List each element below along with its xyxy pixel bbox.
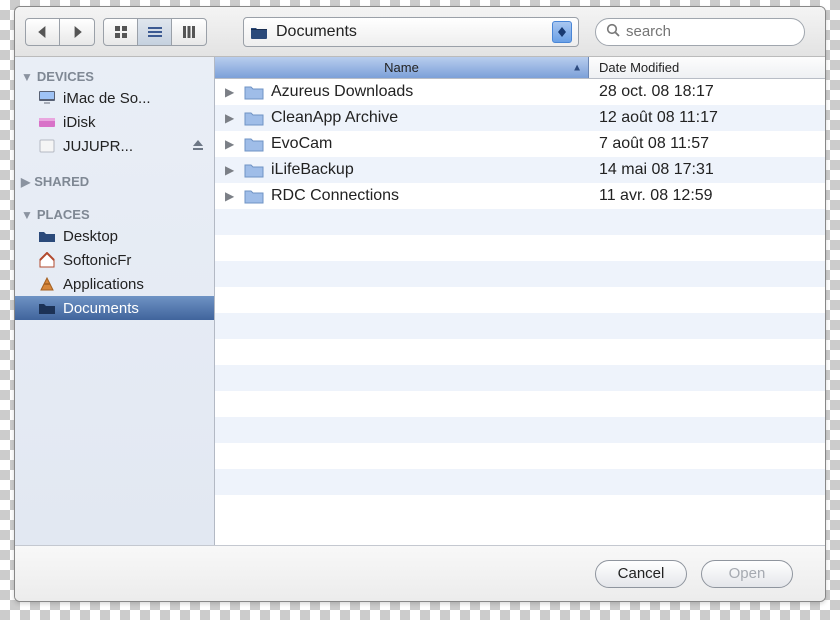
sidebar-group-label: DEVICES bbox=[37, 69, 94, 84]
sidebar-item-label: Desktop bbox=[63, 228, 208, 245]
view-mode-segmented bbox=[103, 18, 207, 46]
empty-row bbox=[215, 469, 825, 495]
column-header-date[interactable]: Date Modified bbox=[589, 57, 825, 78]
disclosure-triangle-icon: ▼ bbox=[21, 70, 33, 84]
empty-row bbox=[215, 261, 825, 287]
disclosure-triangle-icon[interactable]: ▶ bbox=[225, 137, 237, 151]
column-header-name[interactable]: Name ▲ bbox=[215, 57, 589, 78]
file-date: 7 août 08 11:57 bbox=[589, 135, 825, 153]
open-button[interactable]: Open bbox=[701, 560, 793, 588]
sidebar-item-label: JUJUPR... bbox=[63, 138, 186, 155]
sidebar-item-label: iMac de So... bbox=[63, 90, 208, 107]
file-date: 28 oct. 08 18:17 bbox=[589, 83, 825, 101]
column-headers: Name ▲ Date Modified bbox=[215, 57, 825, 79]
file-date: 12 août 08 11:17 bbox=[589, 109, 825, 127]
column-header-label: Date Modified bbox=[599, 60, 679, 75]
sidebar-item-imac[interactable]: iMac de So... bbox=[15, 86, 214, 110]
sidebar-item-desktop[interactable]: Desktop bbox=[15, 224, 214, 248]
disclosure-triangle-icon[interactable]: ▶ bbox=[225, 163, 237, 177]
empty-row bbox=[215, 339, 825, 365]
disclosure-triangle-icon[interactable]: ▶ bbox=[225, 111, 237, 125]
file-name: RDC Connections bbox=[271, 187, 399, 205]
sidebar-item-label: Applications bbox=[63, 276, 208, 293]
sidebar-group-header-shared[interactable]: ▶ SHARED bbox=[15, 168, 214, 191]
toolbar: Documents bbox=[15, 7, 825, 57]
disclosure-triangle-icon[interactable]: ▶ bbox=[225, 189, 237, 203]
sidebar-item-idisk[interactable]: iDisk bbox=[15, 110, 214, 134]
disclosure-triangle-icon[interactable]: ▶ bbox=[225, 85, 237, 99]
dialog-footer: Cancel Open bbox=[15, 545, 825, 601]
column-header-label: Name bbox=[384, 60, 419, 75]
folder-icon bbox=[243, 187, 265, 205]
cancel-button[interactable]: Cancel bbox=[595, 560, 687, 588]
table-row[interactable]: ▶ iLifeBackup 14 mai 08 17:31 bbox=[215, 157, 825, 183]
empty-row bbox=[215, 443, 825, 469]
disclosure-triangle-icon: ▼ bbox=[21, 208, 33, 222]
table-row[interactable]: ▶ RDC Connections 11 avr. 08 12:59 bbox=[215, 183, 825, 209]
location-label: Documents bbox=[276, 23, 552, 41]
sidebar-item-label: SoftonicFr bbox=[63, 252, 208, 269]
main-area: ▼ DEVICES iMac de So... bbox=[15, 57, 825, 545]
view-columns-button[interactable] bbox=[172, 19, 206, 45]
eject-icon[interactable] bbox=[192, 138, 208, 154]
empty-row bbox=[215, 365, 825, 391]
rows-container: ▶ Azureus Downloads 28 oct. 08 18:17 ▶ bbox=[215, 79, 825, 545]
table-row[interactable]: ▶ CleanApp Archive 12 août 08 11:17 bbox=[215, 105, 825, 131]
nav-forward-button[interactable] bbox=[60, 19, 94, 45]
idisk-icon bbox=[37, 113, 57, 131]
file-list: Name ▲ Date Modified ▶ Azureus Downloads bbox=[215, 57, 825, 545]
home-icon bbox=[37, 251, 57, 269]
empty-row bbox=[215, 209, 825, 235]
drive-icon bbox=[37, 137, 57, 155]
documents-folder-icon bbox=[250, 25, 268, 39]
button-label: Open bbox=[729, 565, 766, 582]
nav-back-button[interactable] bbox=[26, 19, 60, 45]
sidebar-group-header-devices[interactable]: ▼ DEVICES bbox=[15, 63, 214, 86]
desktop-folder-icon bbox=[37, 227, 57, 245]
table-row[interactable]: ▶ EvoCam 7 août 08 11:57 bbox=[215, 131, 825, 157]
imac-icon bbox=[37, 89, 57, 107]
empty-row bbox=[215, 417, 825, 443]
table-row[interactable]: ▶ Azureus Downloads 28 oct. 08 18:17 bbox=[215, 79, 825, 105]
sidebar-item-documents[interactable]: Documents bbox=[15, 296, 214, 320]
folder-icon bbox=[243, 161, 265, 179]
finder-open-dialog: Documents ▼ DEVICE bbox=[14, 6, 826, 602]
disclosure-triangle-icon: ▶ bbox=[21, 175, 30, 189]
sort-ascending-icon: ▲ bbox=[572, 62, 582, 73]
sidebar-item-label: Documents bbox=[63, 300, 208, 317]
empty-row bbox=[215, 391, 825, 417]
view-list-button[interactable] bbox=[138, 19, 172, 45]
file-date: 11 avr. 08 12:59 bbox=[589, 187, 825, 205]
view-icon-button[interactable] bbox=[104, 19, 138, 45]
file-date: 14 mai 08 17:31 bbox=[589, 161, 825, 179]
location-popup[interactable]: Documents bbox=[243, 17, 579, 47]
folder-icon bbox=[243, 83, 265, 101]
sidebar-group-label: PLACES bbox=[37, 207, 90, 222]
sidebar-item-softonicfr[interactable]: SoftonicFr bbox=[15, 248, 214, 272]
search-input[interactable] bbox=[626, 23, 794, 40]
search-icon bbox=[606, 23, 620, 40]
folder-icon bbox=[243, 109, 265, 127]
file-name: Azureus Downloads bbox=[271, 83, 413, 101]
sidebar: ▼ DEVICES iMac de So... bbox=[15, 57, 215, 545]
sidebar-item-applications[interactable]: Applications bbox=[15, 272, 214, 296]
sidebar-item-label: iDisk bbox=[63, 114, 208, 131]
empty-row bbox=[215, 287, 825, 313]
nav-back-forward bbox=[25, 18, 95, 46]
search-field-container bbox=[595, 18, 805, 46]
folder-icon bbox=[243, 135, 265, 153]
button-label: Cancel bbox=[618, 565, 665, 582]
sidebar-group-label: SHARED bbox=[34, 174, 89, 189]
applications-icon bbox=[37, 275, 57, 293]
file-name: CleanApp Archive bbox=[271, 109, 398, 127]
sidebar-group-header-places[interactable]: ▼ PLACES bbox=[15, 201, 214, 224]
file-name: iLifeBackup bbox=[271, 161, 354, 179]
file-name: EvoCam bbox=[271, 135, 332, 153]
documents-folder-icon bbox=[37, 299, 57, 317]
empty-row bbox=[215, 313, 825, 339]
empty-row bbox=[215, 235, 825, 261]
location-arrows-icon bbox=[552, 21, 572, 43]
sidebar-item-jujupr[interactable]: JUJUPR... bbox=[15, 134, 214, 158]
